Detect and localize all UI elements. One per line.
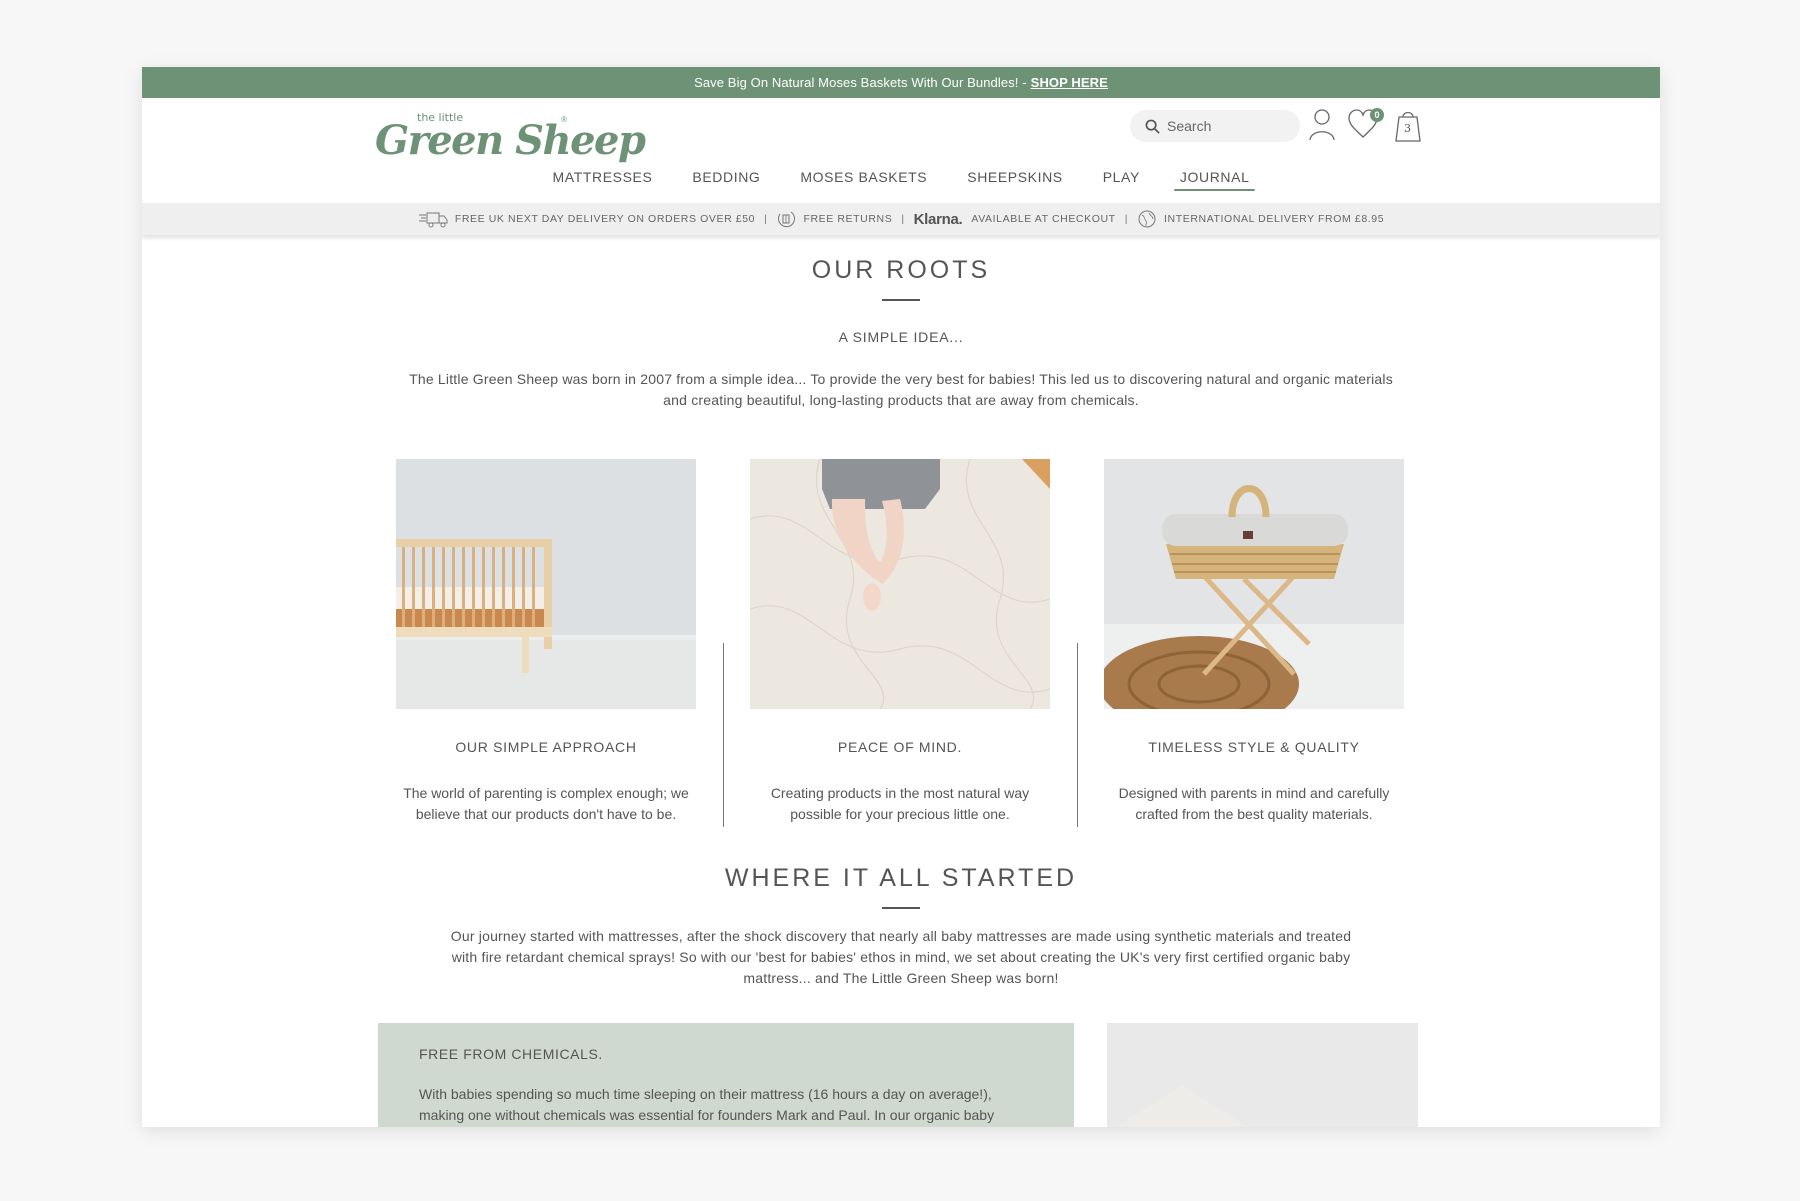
nav-moses-baskets[interactable]: MOSES BASKETS bbox=[800, 169, 927, 191]
card-body: The world of parenting is complex enough… bbox=[391, 783, 701, 825]
card-body-line: believe that our products don't have to … bbox=[415, 806, 677, 822]
nav-play[interactable]: PLAY bbox=[1103, 169, 1140, 191]
wishlist-count-badge: 0 bbox=[1370, 108, 1384, 122]
returns-box-icon bbox=[778, 211, 796, 228]
heading-divider bbox=[882, 299, 920, 301]
shop-here-link[interactable]: SHOP HERE bbox=[1031, 75, 1108, 90]
column-divider bbox=[723, 643, 724, 827]
separator: | bbox=[1124, 213, 1129, 225]
usp-international: INTERNATIONAL DELIVERY FROM £8.95 bbox=[1137, 209, 1384, 229]
moses-basket-illustration bbox=[1104, 459, 1404, 709]
promo-text: Save Big On Natural Moses Baskets With O… bbox=[694, 75, 1027, 90]
heading-divider bbox=[882, 907, 920, 909]
account-icon[interactable] bbox=[1307, 107, 1337, 141]
search-input[interactable]: Search bbox=[1130, 110, 1300, 142]
separator: | bbox=[764, 213, 768, 225]
cot-illustration bbox=[396, 459, 696, 709]
mattress-photo bbox=[1107, 1023, 1418, 1127]
nav-journal[interactable]: JOURNAL bbox=[1173, 169, 1255, 191]
card-body: Designed with parents in mind and carefu… bbox=[1099, 783, 1409, 825]
roots-paragraph-line: and creating beautiful, long-lasting pro… bbox=[663, 392, 1139, 408]
promo-banner: Save Big On Natural Moses Baskets With O… bbox=[142, 67, 1660, 98]
nav-mattresses[interactable]: MATTRESSES bbox=[553, 169, 653, 191]
brand-logo[interactable]: the little Green Sheep ® bbox=[375, 107, 646, 164]
main-nav: MATTRESSES BEDDING MOSES BASKETS SHEEPSK… bbox=[142, 169, 1660, 191]
globe-icon bbox=[1138, 210, 1156, 228]
panel-body: With babies spending so much time sleepi… bbox=[419, 1084, 1033, 1126]
logo-wordmark: Green Sheep bbox=[375, 117, 646, 164]
simple-idea-subheading: A SIMPLE IDEA... bbox=[838, 329, 964, 345]
usp-returns: FREE RETURNS bbox=[776, 209, 892, 229]
search-placeholder: Search bbox=[1167, 118, 1212, 134]
column-divider bbox=[1077, 643, 1078, 827]
search-icon bbox=[1145, 119, 1160, 133]
panel-body-line: With babies spending so much time sleepi… bbox=[419, 1086, 992, 1102]
card-image-cot bbox=[396, 459, 696, 709]
card-title: PEACE OF MIND. bbox=[837, 739, 963, 755]
card-image-moses-basket bbox=[1104, 459, 1404, 709]
card-body-line: crafted from the best quality materials. bbox=[1135, 806, 1373, 822]
delivery-truck-icon bbox=[418, 212, 448, 228]
card-body-line: Designed with parents in mind and carefu… bbox=[1118, 785, 1390, 801]
usp-returns-text: FREE RETURNS bbox=[803, 213, 893, 225]
separator: | bbox=[901, 213, 905, 225]
where-it-started-heading: WHERE IT ALL STARTED bbox=[724, 864, 1078, 892]
card-body: Creating products in the most natural wa… bbox=[745, 783, 1055, 825]
card-title: OUR SIMPLE APPROACH bbox=[455, 739, 637, 755]
baby-mattress-illustration bbox=[750, 459, 1050, 709]
card-title: TIMELESS STYLE & QUALITY bbox=[1148, 739, 1360, 755]
registered-mark: ® bbox=[561, 115, 567, 124]
card-body-line: possible for your precious little one. bbox=[790, 806, 1010, 822]
panel-body-line: making one without chemicals was essenti… bbox=[419, 1107, 995, 1123]
card-image-baby-mattress bbox=[750, 459, 1050, 709]
bag-count: 3 bbox=[1404, 122, 1411, 135]
usp-klarna-text: AVAILABLE AT CHECKOUT bbox=[971, 213, 1116, 225]
usp-delivery-text: FREE UK NEXT DAY DELIVERY ON ORDERS OVER… bbox=[454, 213, 756, 225]
usp-delivery: FREE UK NEXT DAY DELIVERY ON ORDERS OVER… bbox=[418, 210, 755, 228]
usp-klarna: Klarna. AVAILABLE AT CHECKOUT bbox=[914, 211, 1116, 228]
usp-bar: FREE UK NEXT DAY DELIVERY ON ORDERS OVER… bbox=[142, 203, 1660, 235]
our-roots-heading: OUR ROOTS bbox=[811, 256, 991, 284]
mattress-corner-illustration bbox=[1107, 1023, 1418, 1127]
nav-sheepskins[interactable]: SHEEPSKINS bbox=[967, 169, 1062, 191]
free-from-chemicals-panel: FREE FROM CHEMICALS. With babies spendin… bbox=[378, 1023, 1074, 1127]
started-paragraph-line: mattress... and The Little Green Sheep w… bbox=[743, 970, 1059, 986]
started-paragraph-line: Our journey started with mattresses, aft… bbox=[450, 928, 1352, 944]
panel-heading: FREE FROM CHEMICALS. bbox=[419, 1046, 603, 1062]
nav-bedding[interactable]: BEDDING bbox=[692, 169, 760, 191]
card-body-line: Creating products in the most natural wa… bbox=[770, 785, 1030, 801]
card-body-line: The world of parenting is complex enough… bbox=[403, 785, 689, 801]
klarna-logo: Klarna. bbox=[913, 210, 963, 228]
roots-paragraph-line: The Little Green Sheep was born in 2007 … bbox=[409, 371, 1393, 387]
browser-page: Save Big On Natural Moses Baskets With O… bbox=[142, 67, 1660, 1127]
usp-international-text: INTERNATIONAL DELIVERY FROM £8.95 bbox=[1164, 213, 1385, 225]
started-paragraph-line: with fire retardant chemical sprays! So … bbox=[451, 949, 1351, 965]
